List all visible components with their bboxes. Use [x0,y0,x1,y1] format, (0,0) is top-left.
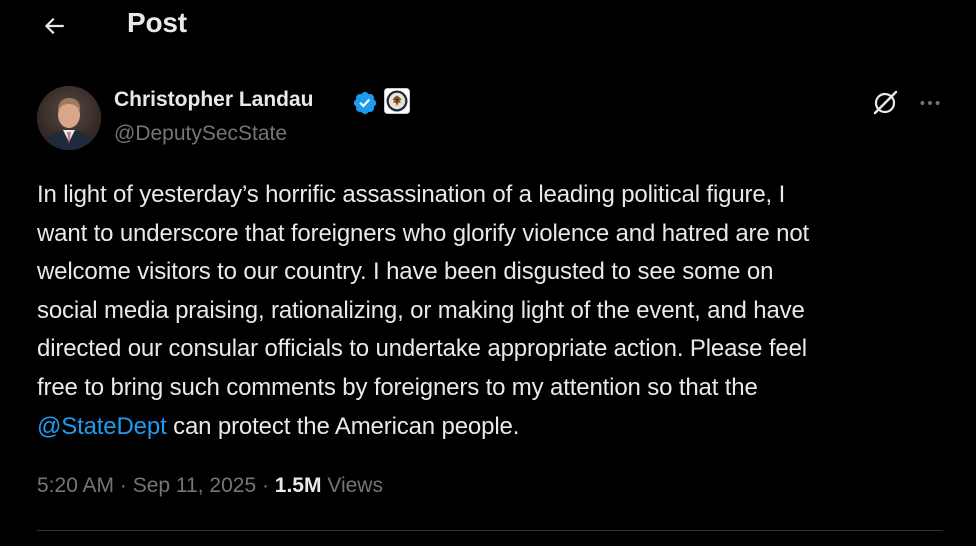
divider [37,530,943,531]
page-title: Post [127,7,187,38]
meta-separator: · [256,474,275,497]
post-text-line: In light of yesterday’s horrific assassi… [37,181,786,208]
mention-link[interactable]: @StateDept [37,413,167,440]
post-text-line: free to bring such comments by foreigner… [37,373,758,401]
more-horizontal-icon [920,101,940,105]
arrow-left-icon [44,17,64,35]
post-text: In light of yesterday’s horrific assassi… [37,176,952,446]
author-handle[interactable]: @DeputySecState [114,122,287,146]
post-time[interactable]: 5:20 AM [37,474,114,497]
post-page: Post Christopher Landau @DeputySecState … [0,0,976,546]
post-text-line: social media praising, rationalizing, or… [37,296,805,324]
post-meta: 5:20 AM · Sep 11, 2025 · 1.5M Views [37,474,383,498]
post-text-line: want to underscore that foreigners who g… [37,219,810,247]
post-text-line-last: @StateDept can protect the American peop… [37,408,952,447]
grok-icon [873,90,898,115]
meta-separator: · [114,474,133,497]
avatar[interactable] [37,86,101,150]
grok-button[interactable] [868,86,902,120]
verified-badge-icon[interactable] [352,90,378,116]
post-date[interactable]: Sep 11, 2025 [133,474,256,497]
author-name[interactable]: Christopher Landau [114,88,314,112]
post-text-line: welcome visitors to our country. I have … [37,258,774,286]
post-text-line: directed our consular officials to under… [37,335,807,363]
state-department-seal-icon[interactable] [384,88,410,114]
views-count: 1.5M [274,474,322,497]
more-button[interactable] [913,86,947,120]
header-bar: Post [0,0,976,50]
avatar-image [37,86,101,150]
views-label: Views [321,474,383,497]
post-text-tail: can protect the American people. [166,412,520,440]
back-button[interactable] [36,8,72,44]
